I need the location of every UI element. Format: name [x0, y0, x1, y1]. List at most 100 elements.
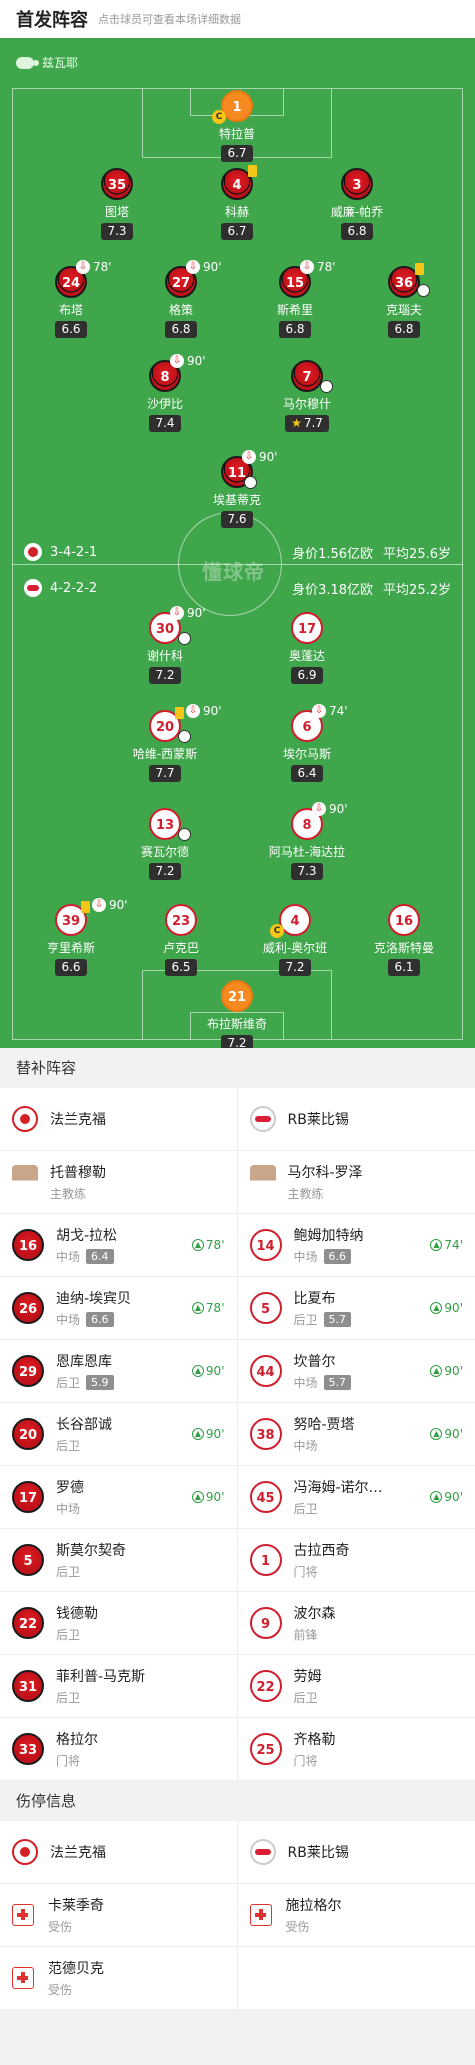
player-position: 后卫 [56, 1628, 81, 1642]
ball-icon [244, 476, 257, 489]
player-away-8[interactable]: 8 ⇩ 90' 阿马杜-海达拉 7.3 [252, 802, 362, 880]
player-away-6[interactable]: 6 ⇩ 74' 埃尔马斯 6.4 [252, 704, 362, 782]
jersey-number: 38 [249, 1418, 282, 1450]
player-rating: 6.9 [291, 667, 323, 684]
injured-player[interactable]: 施拉格尔 受伤 [238, 1884, 475, 1946]
sub-player[interactable]: 20 长谷部诚 后卫 ▲ 90' [0, 1403, 238, 1465]
sub-player[interactable]: 1 古拉西奇 门将 [238, 1529, 475, 1591]
sub-player[interactable]: 25 齐格勒 门将 [238, 1718, 475, 1780]
player-away-16[interactable]: 16 克洛斯特曼 6.1 [349, 904, 459, 976]
player-home-15[interactable]: 15 ⇩ 78' 斯希里 6.8 [240, 260, 350, 338]
player-position: 后卫 [293, 1313, 318, 1327]
injured-player[interactable]: 范德贝克 受伤 [0, 1947, 238, 2009]
team-name: 法兰克福 [50, 1112, 106, 1128]
jersey-number: 3 [341, 168, 373, 200]
player-home-7[interactable]: 7 马尔穆什 7.7 [252, 360, 362, 432]
sub-minute: 78' [317, 260, 336, 274]
player-away-17[interactable]: 17 奥蓬达 6.9 [252, 612, 362, 684]
sub-minute: 74' [329, 704, 348, 718]
sub-player[interactable]: 14 鲍姆加特纳 中场 6.6 ▲ 74' [238, 1214, 475, 1276]
jersey-number: 1 [249, 1544, 282, 1576]
player-away-20[interactable]: 20 ⇩ 90' 哈维-西蒙斯 7.7 [110, 704, 222, 782]
injury-away-team[interactable]: RB莱比锡 [238, 1821, 475, 1883]
away-coach[interactable]: 马尔科-罗泽 主教练 [238, 1151, 475, 1213]
sub-player[interactable]: 22 劳姆 后卫 [238, 1655, 475, 1717]
injury-home-team[interactable]: 法兰克福 [0, 1821, 238, 1883]
player-home-11[interactable]: 11 ⇩ 90' 埃基蒂克 7.6 [182, 450, 292, 528]
sub-row: 22 钱德勒 后卫 9 波尔森 前锋 [0, 1592, 475, 1655]
injured-name: 卡莱季奇 [48, 1898, 104, 1914]
sub-player[interactable]: 5 斯莫尔契奇 后卫 [0, 1529, 238, 1591]
player-position: 门将 [56, 1754, 81, 1768]
jersey-number: 20 [12, 1418, 44, 1450]
jersey-number: 16 [388, 904, 420, 936]
sub-in-minute: 90' [205, 1364, 225, 1378]
sub-in-marker: ▲ 90' [430, 1301, 463, 1315]
player-position: 中场 [293, 1439, 318, 1453]
player-away-23[interactable]: 23 卢克巴 6.5 [126, 904, 236, 976]
sub-in-minute: 90' [444, 1301, 463, 1315]
player-rating: 6.6 [86, 1312, 114, 1327]
player-name: 埃尔马斯 [282, 747, 331, 761]
player-home-4[interactable]: 4 科赫 6.7 [182, 165, 292, 240]
sub-in-icon: ▲ [430, 1239, 443, 1251]
player-away-21[interactable]: 21 布拉斯维奇 7.2 [182, 980, 292, 1048]
player-name: 格策 [168, 303, 193, 317]
player-home-27[interactable]: 27 ⇩ 90' 格策 6.8 [126, 260, 236, 338]
player-rating: 7.6 [221, 511, 253, 528]
sub-player[interactable]: 29 恩库恩库 后卫 5.9 ▲ 90' [0, 1340, 238, 1402]
player-name: 比夏布 [293, 1291, 336, 1307]
sub-player[interactable]: 45 冯海姆-诺尔… 后卫 ▲ 90' [238, 1466, 475, 1528]
player-rating: 5.7 [323, 1312, 352, 1327]
injured-player[interactable]: 卡莱季奇 受伤 [0, 1884, 238, 1946]
jersey-number: 29 [12, 1355, 44, 1387]
player-rating: 6.4 [291, 765, 323, 782]
player-home-35[interactable]: 35 图塔 7.3 [62, 168, 172, 240]
home-value: 身价1.56亿欧 [292, 546, 374, 562]
player-home-1[interactable]: 1 C 特拉普 6.7 [182, 90, 292, 162]
subs-home-team[interactable]: 法兰克福 [0, 1088, 238, 1150]
sub-player[interactable]: 5 比夏布 后卫 5.7 ▲ 90' [238, 1277, 475, 1339]
team-name: 法兰克福 [50, 1845, 106, 1861]
home-coach[interactable]: 托普穆勒 主教练 [0, 1151, 238, 1213]
sub-row: 31 菲利普-马克斯 后卫 22 劳姆 后卫 [0, 1655, 475, 1718]
player-home-36[interactable]: 36 克瑙夫 6.8 [349, 263, 459, 338]
player-name: 威廉-帕乔 [330, 205, 384, 219]
sub-in-minute: 78' [205, 1301, 225, 1315]
sub-in-icon: ▲ [430, 1491, 443, 1503]
player-name: 长谷部诚 [56, 1417, 112, 1433]
subs-away-team[interactable]: RB莱比锡 [238, 1088, 475, 1150]
captain-icon: C [270, 924, 284, 938]
sub-player[interactable]: 16 胡戈-拉松 中场 6.4 ▲ 78' [0, 1214, 238, 1276]
player-away-13[interactable]: 13 赛瓦尔德 7.2 [110, 808, 220, 880]
subs-section-title: 替补阵容 [0, 1048, 475, 1088]
sub-player[interactable]: 22 钱德勒 后卫 [0, 1592, 238, 1654]
away-team-row: 4-2-2-2 身价3.18亿欧 平均25.2岁 [0, 576, 475, 600]
away-formation: 4-2-2-2 [50, 580, 98, 596]
player-rating: 7.2 [149, 863, 181, 880]
referee-info: 兹瓦耶 [16, 54, 78, 71]
player-home-24[interactable]: 24 ⇩ 78' 布塔 6.6 [16, 260, 126, 338]
sub-row: 16 胡戈-拉松 中场 6.4 ▲ 78' 14 鲍姆加特纳 中场 6.6 ▲ 74' [0, 1214, 475, 1277]
sub-player[interactable]: 38 努哈-贾塔 中场 ▲ 90' [238, 1403, 475, 1465]
player-away-4[interactable]: 4 C 威利-奥尔班 7.2 [240, 904, 350, 976]
sub-minute: 90' [187, 354, 206, 368]
player-home-8[interactable]: 8 ⇩ 90' 沙伊比 7.4 [110, 354, 220, 432]
subs-team-row: 法兰克福 RB莱比锡 [0, 1088, 475, 1151]
sub-player[interactable]: 33 格拉尔 门将 [0, 1718, 238, 1780]
sub-player[interactable]: 17 罗德 中场 ▲ 90' [0, 1466, 238, 1528]
sub-player[interactable]: 9 波尔森 前锋 [238, 1592, 475, 1654]
player-away-39[interactable]: 39 ⇩ 90' 亨里希斯 6.6 [16, 898, 128, 976]
player-name: 克瑙夫 [385, 303, 422, 317]
sub-player[interactable]: 26 迪纳-埃宾贝 中场 6.6 ▲ 78' [0, 1277, 238, 1339]
sub-off-icon: ⇩ [170, 606, 184, 620]
player-name: 赛瓦尔德 [140, 845, 189, 859]
sub-player[interactable]: 31 菲利普-马克斯 后卫 [0, 1655, 238, 1717]
player-position: 后卫 [293, 1691, 318, 1705]
sub-in-marker: ▲ 90' [191, 1490, 225, 1504]
injury-icon [12, 1967, 34, 1989]
player-away-30[interactable]: 30 ⇩ 90' 谢什科 7.2 [110, 606, 220, 684]
sub-player[interactable]: 44 坎普尔 中场 5.7 ▲ 90' [238, 1340, 475, 1402]
player-rating: 6.6 [55, 959, 87, 976]
player-home-3[interactable]: 3 威廉-帕乔 6.8 [302, 168, 412, 240]
